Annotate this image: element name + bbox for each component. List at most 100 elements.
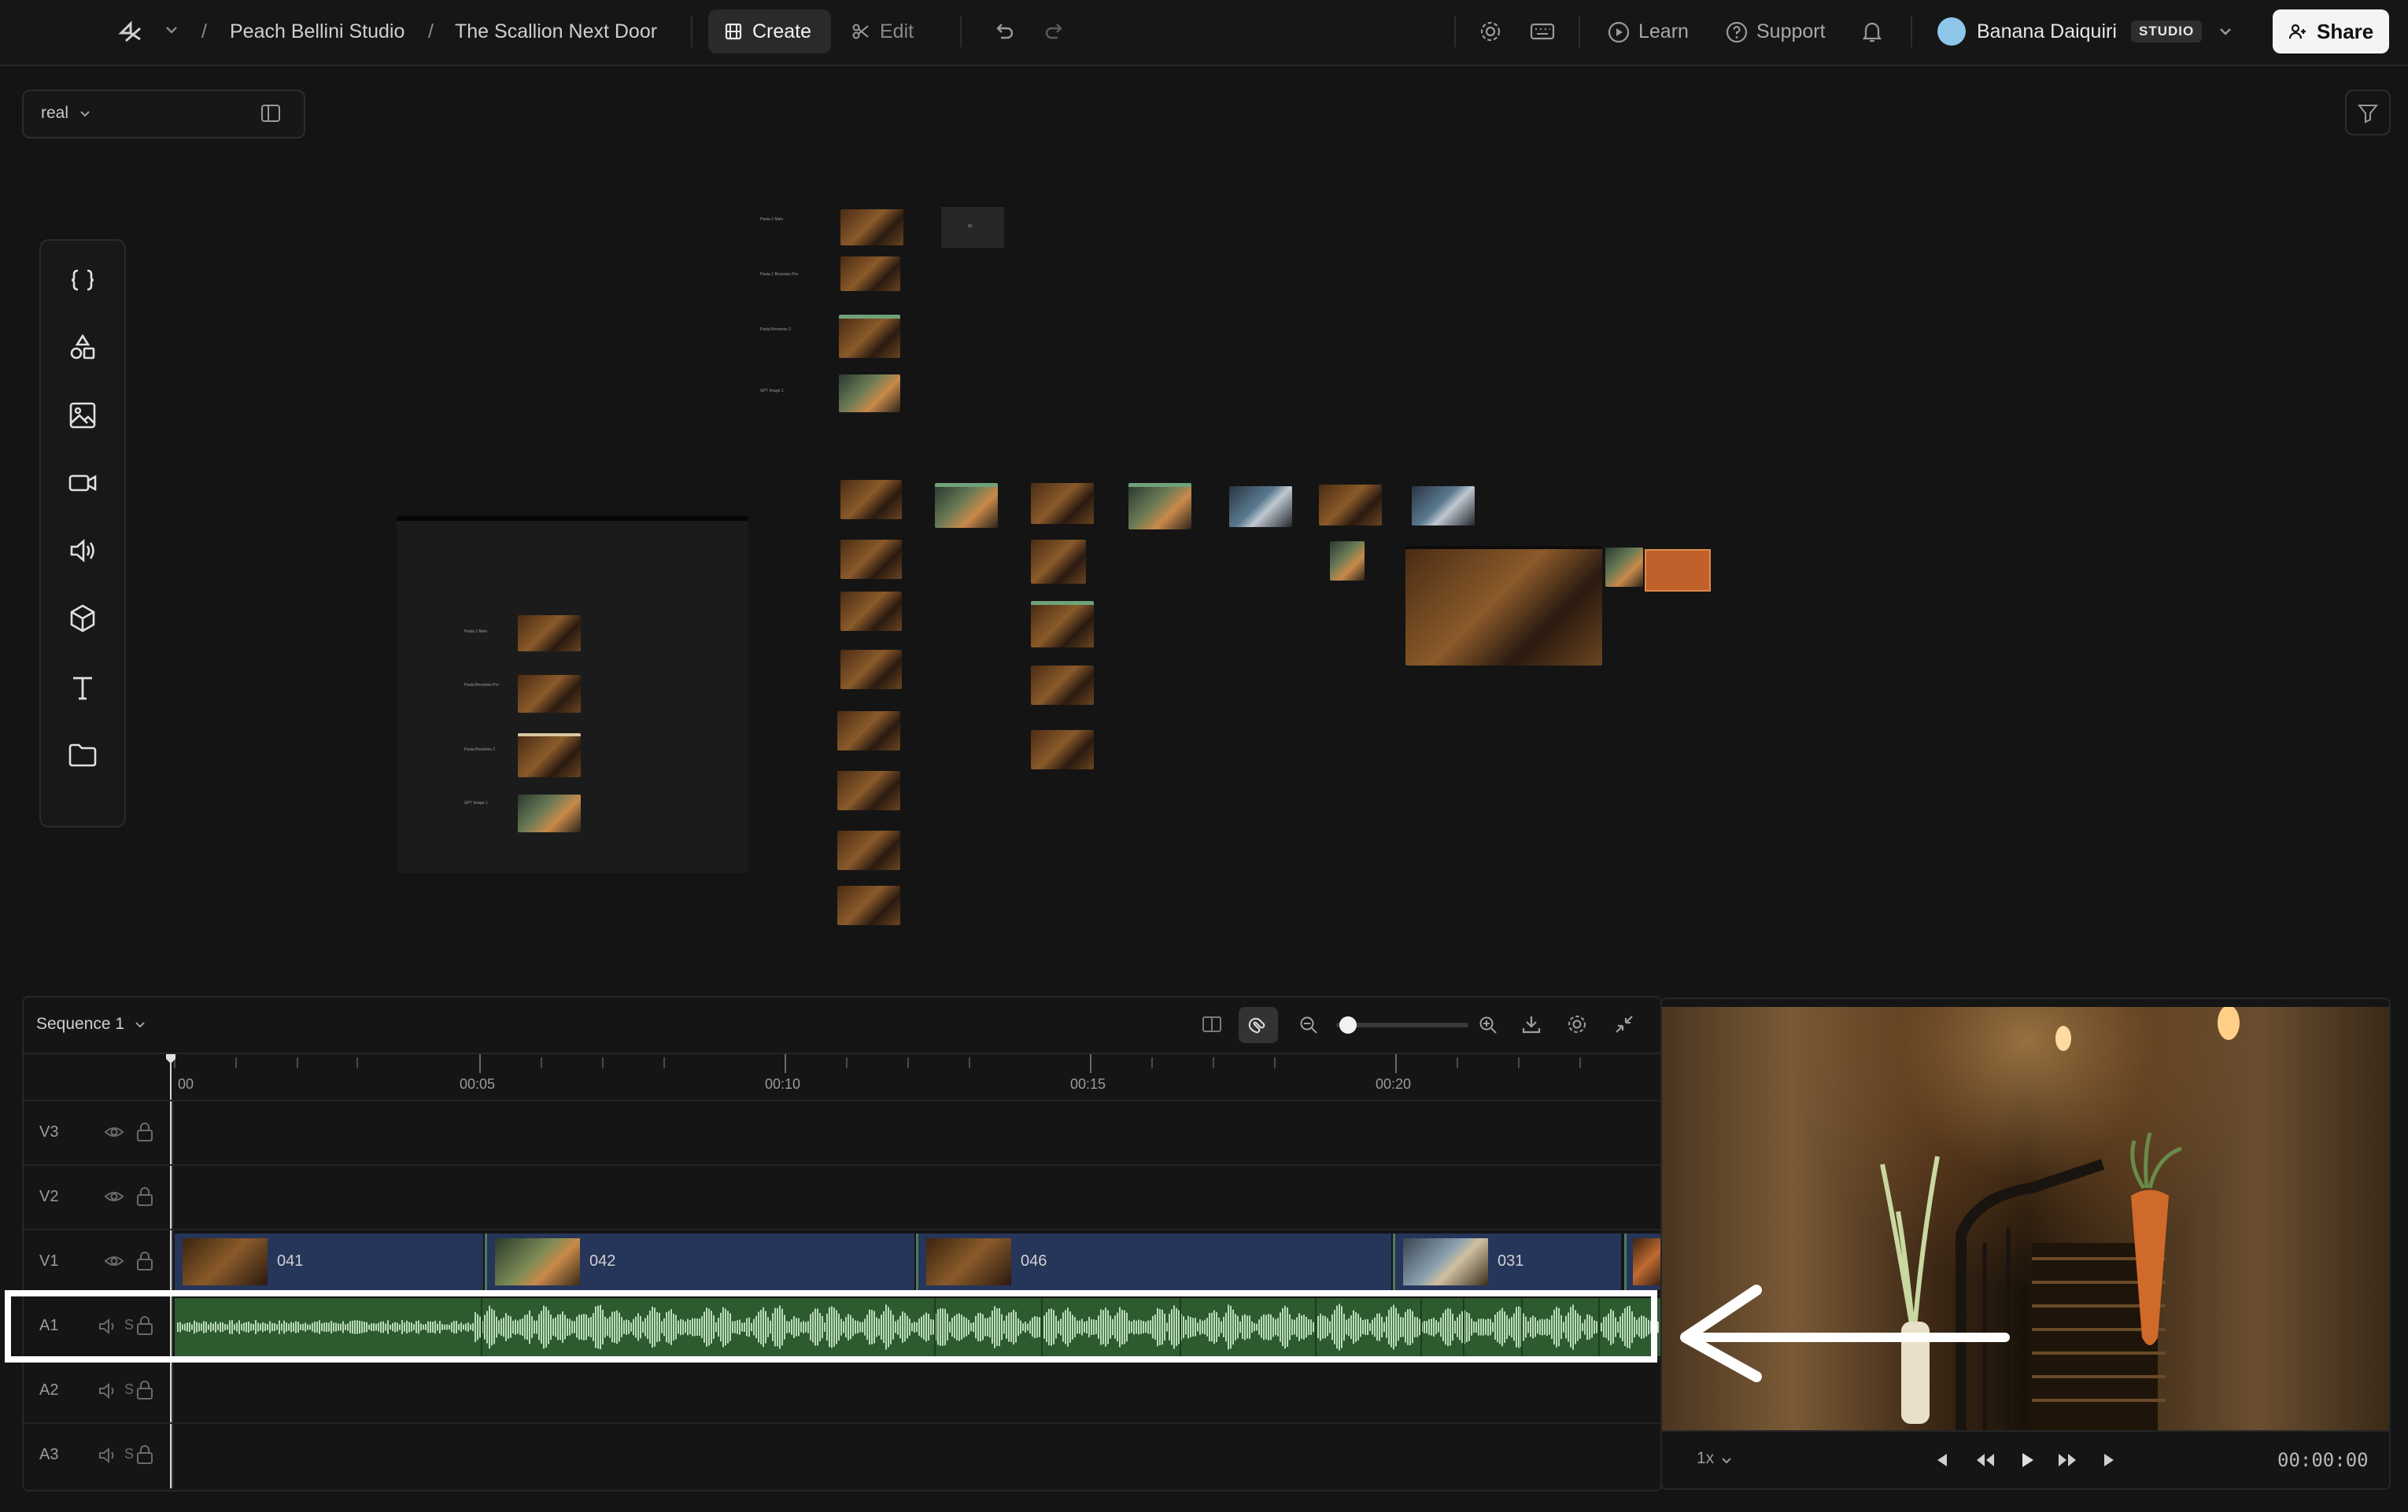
download-icon[interactable] [1520, 1013, 1542, 1035]
image-node[interactable] [837, 771, 900, 810]
image-node[interactable] [840, 209, 903, 245]
divider [1662, 1430, 2389, 1432]
video-clip[interactable]: 042 [485, 1234, 914, 1290]
image-node[interactable] [839, 315, 900, 358]
image-node[interactable] [1031, 483, 1094, 524]
image-node[interactable] [518, 615, 581, 651]
lock-icon[interactable] [135, 1251, 154, 1271]
image-node[interactable] [837, 711, 900, 750]
lock-icon[interactable] [135, 1122, 154, 1142]
image-node[interactable] [840, 650, 902, 689]
image-node[interactable] [839, 374, 900, 412]
node-label: Pasta Brownies 2 [760, 327, 791, 332]
node-label: Pasta Brownies Pro [464, 683, 499, 688]
image-node[interactable] [1319, 485, 1382, 526]
chevron-down-icon[interactable] [1720, 1454, 1733, 1466]
solo-toggle[interactable]: S [124, 1381, 134, 1398]
track-label: A3 [39, 1446, 59, 1463]
clip-name: 031 [1498, 1252, 1524, 1270]
node-label: GPT Image 1 [760, 389, 784, 393]
eye-icon[interactable] [104, 1188, 124, 1205]
collapse-icon[interactable] [1613, 1013, 1635, 1035]
lock-icon[interactable] [135, 1186, 154, 1207]
clip-thumbnail [1633, 1238, 1660, 1285]
zoom-out-icon[interactable] [1298, 1015, 1319, 1035]
image-node[interactable] [1229, 486, 1292, 527]
node-group[interactable]: Pasta 1 Main Pasta Brownies Pro Pasta Br… [397, 516, 748, 873]
highlight-box [5, 1290, 1657, 1363]
ruler-label: 00:20 [1376, 1076, 1412, 1092]
solo-toggle[interactable]: S [124, 1446, 134, 1462]
playback-speed-select[interactable]: 1x [1697, 1449, 1714, 1468]
chevron-down-icon[interactable] [134, 1018, 146, 1031]
sequence-select[interactable]: Sequence 1 [36, 1015, 124, 1034]
skip-to-start-icon[interactable] [1933, 1451, 1952, 1470]
eye-icon[interactable] [104, 1252, 124, 1270]
magnet-icon [1247, 1014, 1269, 1036]
split-view-icon[interactable] [1201, 1013, 1223, 1035]
zoom-in-icon[interactable] [1478, 1015, 1498, 1035]
image-node[interactable] [1645, 549, 1711, 592]
image-node-large[interactable] [1405, 546, 1602, 666]
image-node[interactable] [1605, 548, 1643, 587]
clip-thumbnail [495, 1238, 580, 1285]
snap-toggle[interactable] [1239, 1007, 1278, 1043]
clip-name: 046 [1021, 1252, 1047, 1270]
ruler-label: 00:05 [460, 1076, 496, 1092]
node-label: Pasta 1 Main [464, 629, 488, 634]
video-clip[interactable]: 041 [175, 1234, 483, 1290]
timecode-display: 00:00:00 [2277, 1449, 2369, 1471]
node-label: Pasta 1 Main [760, 217, 784, 222]
lock-icon[interactable] [135, 1380, 154, 1400]
eye-icon[interactable] [104, 1123, 124, 1141]
preview-frame [1662, 1007, 2389, 1430]
lock-icon[interactable] [135, 1444, 154, 1465]
clip-thumbnail [926, 1238, 1011, 1285]
image-node[interactable] [837, 831, 900, 870]
empty-node[interactable]: 80 [941, 205, 1004, 248]
speaker-icon[interactable] [98, 1446, 118, 1465]
video-clip[interactable]: 031 [1393, 1234, 1621, 1290]
rewind-icon[interactable] [1974, 1451, 1997, 1470]
track-label: V3 [39, 1123, 59, 1141]
zoom-slider[interactable] [1336, 1016, 1468, 1034]
image-node[interactable] [840, 540, 902, 579]
image-node[interactable] [518, 733, 581, 777]
ruler-label: 00:15 [1070, 1076, 1106, 1092]
node-canvas[interactable]: Pasta 1 Main Pasta 1 Brownies Pro Pasta … [0, 0, 2408, 975]
play-icon[interactable] [2018, 1451, 2037, 1470]
speaker-icon[interactable] [98, 1381, 118, 1400]
image-node[interactable] [840, 256, 900, 291]
image-node[interactable] [518, 795, 581, 832]
time-ruler[interactable]: 00 00:05 00:10 00:15 00:20 [24, 1053, 1660, 1101]
video-clip[interactable] [1624, 1234, 1660, 1290]
empty-node-label: 80 [968, 224, 973, 229]
image-node[interactable] [518, 675, 581, 713]
image-node[interactable] [935, 483, 998, 528]
track-v1: V1 041 042 046 031 [24, 1229, 1660, 1293]
image-node[interactable] [840, 480, 902, 519]
clip-name: 041 [277, 1252, 304, 1270]
track-a2: A2 S [24, 1358, 1660, 1422]
image-node[interactable] [1128, 483, 1191, 529]
playhead-handle[interactable] [165, 1054, 176, 1065]
image-node[interactable] [1031, 601, 1094, 647]
node-label: Pasta Brownies 2 [464, 747, 495, 752]
skip-to-end-icon[interactable] [2100, 1451, 2118, 1470]
image-node[interactable] [1412, 486, 1475, 526]
track-label: A2 [39, 1381, 59, 1399]
video-clip[interactable]: 046 [916, 1234, 1391, 1290]
image-node[interactable] [837, 886, 900, 925]
zoom-slider-handle[interactable] [1339, 1016, 1357, 1034]
image-node[interactable] [840, 592, 902, 631]
preview-panel: 1x 00:00:00 [1660, 998, 2391, 1490]
clip-thumbnail [183, 1238, 268, 1285]
image-node[interactable] [1031, 730, 1094, 769]
track-label: V2 [39, 1188, 59, 1205]
image-node[interactable] [1330, 541, 1365, 581]
image-node[interactable] [1031, 666, 1094, 705]
track-a3: A3 S [24, 1422, 1660, 1490]
timeline-settings-icon[interactable] [1566, 1013, 1588, 1035]
image-node[interactable] [1031, 540, 1086, 584]
fast-forward-icon[interactable] [2055, 1451, 2079, 1470]
